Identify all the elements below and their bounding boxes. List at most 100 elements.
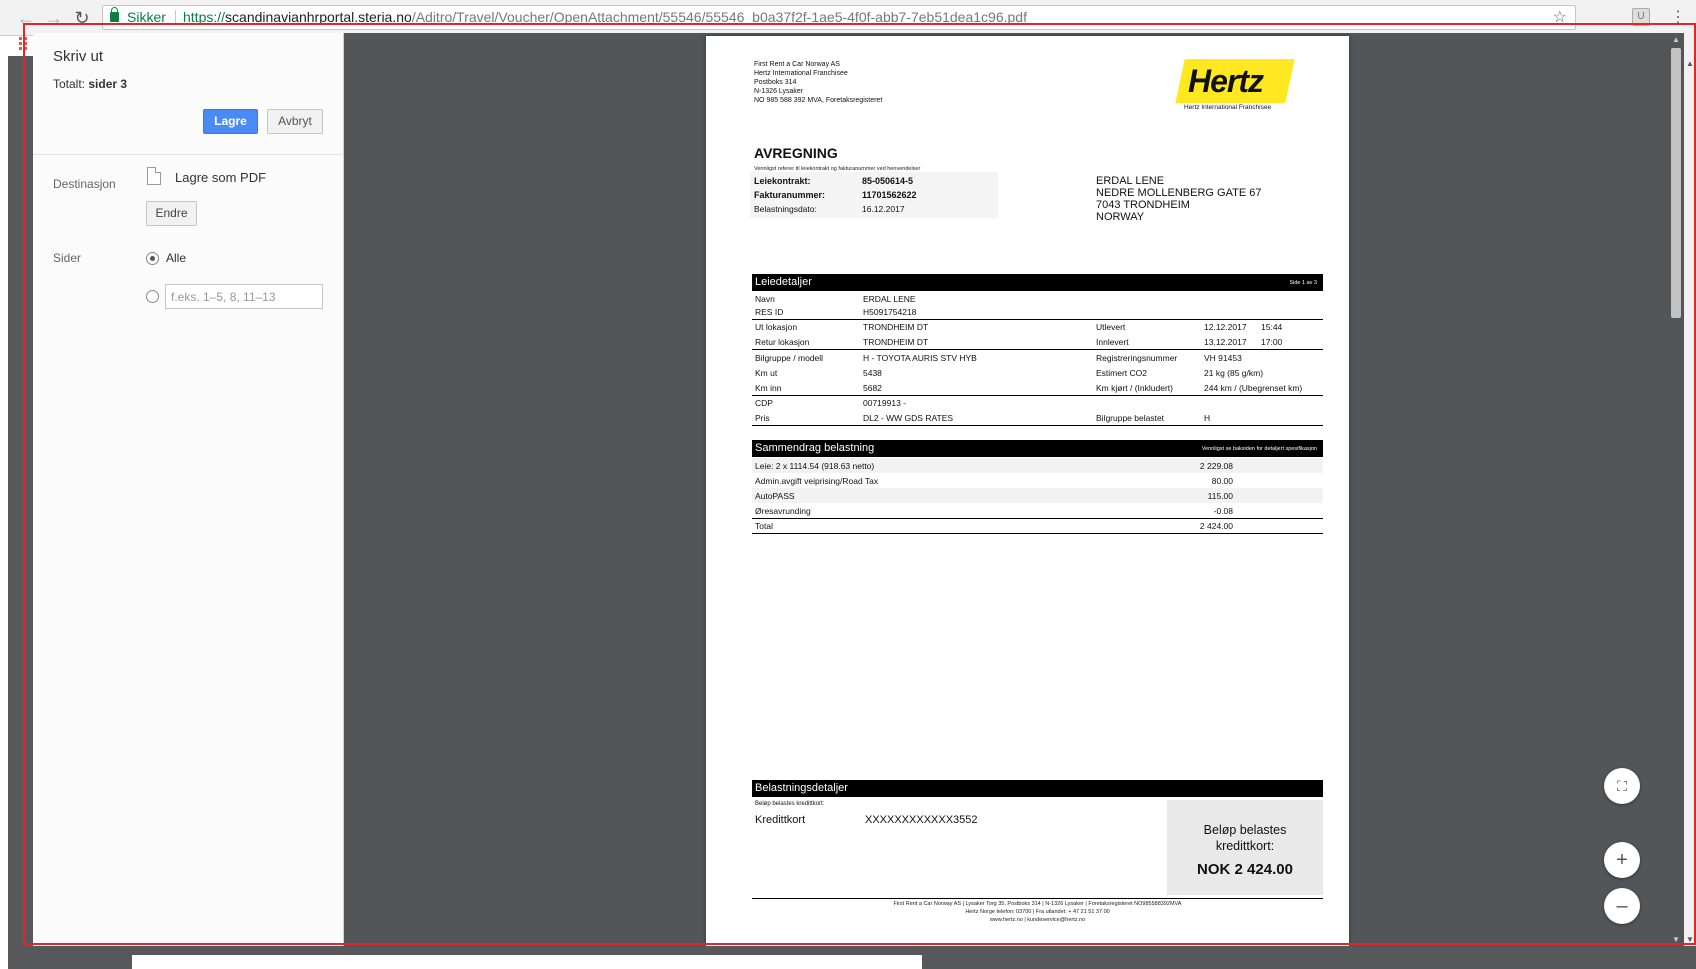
pages-custom-radio[interactable] (146, 290, 159, 303)
invoice-value: 11701562622 (862, 190, 917, 200)
cell: Estimert CO2 (1096, 368, 1148, 378)
row-divider (752, 425, 1323, 426)
cell: H5091754218 (863, 307, 917, 317)
summary-total-row: Total 2 424.00 (752, 518, 1323, 533)
cell: RES ID (755, 307, 784, 317)
summary-amount: -0.08 (1213, 506, 1233, 516)
table-row: Retur lokasjon TRONDHEIM DT Innlevert 13.12… (752, 334, 1323, 349)
next-page-edge (132, 955, 922, 969)
print-preview: First Rent a Car Norway AS Hertz Interna… (344, 33, 1696, 946)
change-destination-button[interactable]: Endre (146, 201, 197, 226)
cell: 5682 (863, 383, 882, 393)
summary-amount: 2 229.08 (1199, 461, 1233, 471)
rental-header: Leiedetaljer Side 1 av 3 (752, 274, 1323, 291)
save-button[interactable]: Lagre (203, 109, 258, 134)
url-path: /Aditro/Travel/Voucher/OpenAttachment/55… (411, 9, 1027, 25)
summary-label: Leie: 2 x 1114.54 (918.63 netto) (755, 461, 875, 471)
payment-box-line: Beløp belastes (1203, 823, 1287, 837)
customer-line: 7043 TRONDHEIM (1096, 199, 1190, 211)
logo-text: Hertz (1188, 63, 1264, 99)
customer-line: NEDRE MOLLENBERG GATE 67 (1096, 187, 1262, 199)
hertz-logo: Hertz (1174, 59, 1295, 103)
extension-icon[interactable]: U (1632, 8, 1650, 26)
scroll-down-icon[interactable]: ▼ (1686, 935, 1694, 944)
more-vert-icon[interactable]: ⋮ (1670, 6, 1686, 30)
print-title: Skriv ut (53, 48, 104, 65)
pages-range-input[interactable] (165, 284, 323, 309)
pdf-file-icon (147, 167, 161, 185)
cell: H - TOYOTA AURIS STV HYB (863, 353, 977, 363)
scroll-down-icon[interactable]: ▼ (1672, 935, 1680, 944)
cell: 5438 (863, 368, 882, 378)
destination-label: Destinasjon (53, 177, 116, 191)
company-line: N-1326 Lysaker (754, 88, 804, 95)
payment-box-line: kredittkort: (1215, 839, 1275, 853)
back-icon[interactable]: ← (14, 6, 38, 30)
reload-icon[interactable]: ↻ (70, 6, 94, 30)
summary-label: Total (755, 521, 773, 531)
scroll-up-icon[interactable]: ▲ (1686, 59, 1694, 68)
scroll-up-icon[interactable]: ▲ (1672, 35, 1680, 44)
cell: Innlevert (1096, 337, 1129, 347)
table-row: Bilgruppe / modell H - TOYOTA AURIS STV H… (752, 350, 1323, 365)
summary-header: Sammendrag belastning Vennligst se baksi… (752, 440, 1323, 457)
cell: Bilgruppe belastet (1096, 413, 1165, 423)
rental-page: Side 1 av 3 (1289, 280, 1317, 286)
address-separator (175, 10, 176, 25)
cell: 15:44 (1261, 322, 1283, 332)
page-scrollbar[interactable]: ▲ ▼ (1684, 33, 1696, 946)
payment-amount: NOK 2 424.00 (1197, 861, 1293, 878)
print-total: Totalt: sider 3 (53, 77, 127, 91)
summary-note: Vennligst se baksiden for detaljert spes… (1201, 446, 1317, 452)
cell: 21 kg (85 g/km) (1204, 368, 1264, 378)
lock-icon (110, 7, 119, 22)
plus-icon[interactable]: + (1604, 842, 1640, 878)
cell: Pris (755, 413, 770, 423)
address-bar[interactable]: Sikker https://scandinavianhrportal.ster… (102, 5, 1576, 30)
pages-all-radio[interactable] (146, 252, 159, 265)
summary-row: Øresavrunding -0.08 (752, 503, 1323, 518)
sidebar-divider (33, 154, 344, 155)
payment-note: Beløp belastes kredittkort: (755, 801, 825, 807)
cancel-button[interactable]: Avbryt (267, 109, 323, 134)
print-dialog: Skriv ut Totalt: sider 3 Lagre Avbryt De… (33, 33, 1696, 946)
invoice-label: Fakturanummer: (754, 190, 826, 200)
payment-label: Kredittkort (755, 814, 806, 826)
table-row: Ut lokasjon TRONDHEIM DT Utlevert 12.12.201… (752, 319, 1323, 334)
secure-label: Sikker (127, 9, 166, 25)
cell: TRONDHEIM DT (863, 337, 929, 347)
table-row: RES ID H5091754218 (752, 304, 1323, 319)
footer-divider (752, 898, 1323, 899)
summary-amount: 2 424.00 (1199, 521, 1233, 531)
scroll-thumb[interactable] (1671, 48, 1681, 318)
summary-title: Sammendrag belastning (755, 442, 875, 454)
contract-value: 85-050614-5 (862, 176, 914, 186)
table-row: Pris DL2 - WW GDS RATES Bilgruppe belastet… (752, 410, 1323, 425)
preview-page: First Rent a Car Norway AS Hertz Interna… (706, 36, 1349, 946)
logo-subtitle: Hertz International Franchisee (1184, 104, 1272, 111)
row-divider (752, 533, 1323, 534)
customer-line: NORWAY (1096, 211, 1145, 223)
cell: 13.12.2017 (1204, 337, 1247, 347)
summary-amount: 80.00 (1211, 476, 1233, 486)
table-row: Km inn 5682 Km kjørt / (Inkludert) 244 km /… (752, 380, 1323, 395)
cell: DL2 - WW GDS RATES (863, 413, 954, 423)
summary-label: Øresavrunding (755, 506, 811, 516)
apps-icon[interactable] (18, 36, 30, 52)
charge-date-label: Belastningsdato: (754, 204, 817, 214)
cell: ERDAL LENE (863, 294, 916, 304)
url-text: https://scandinavianhrportal.steria.no/A… (183, 6, 1027, 29)
minus-icon[interactable]: – (1604, 888, 1640, 924)
preview-scrollbar[interactable]: ▲ ▼ (1668, 33, 1684, 946)
destination-value: Lagre som PDF (175, 170, 267, 185)
total-label: Totalt: (53, 77, 86, 91)
forward-icon[interactable]: → (42, 6, 66, 30)
star-icon[interactable]: ☆ (1553, 6, 1567, 29)
payment-amount-box: Beløp belastes kredittkort: NOK 2 424.00 (1167, 800, 1323, 895)
company-line: First Rent a Car Norway AS (754, 61, 840, 68)
table-row: CDP 00719913 - (752, 395, 1323, 410)
fit-page-icon[interactable]: ⛶ (1604, 768, 1640, 804)
summary-row: AutoPASS 115.00 (752, 488, 1323, 503)
cell: 244 km / (Ubegrenset km) (1204, 383, 1303, 393)
total-value: sider 3 (88, 77, 128, 91)
